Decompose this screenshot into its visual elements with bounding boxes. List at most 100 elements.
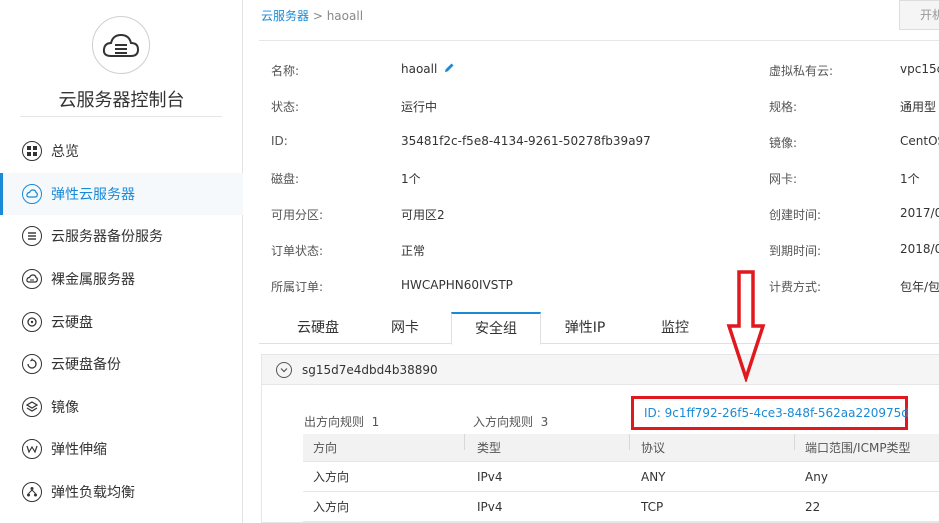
outbound-rules-count: 1	[371, 415, 380, 429]
red-down-arrow-icon	[726, 270, 766, 382]
breadcrumb-current: haoall	[326, 9, 364, 23]
table-cell: IPv4	[477, 470, 503, 484]
sidebar-item-label: 云硬盘备份	[51, 357, 121, 374]
info-row-status: 状态: 运行中 规格: 通用型	[243, 98, 939, 118]
console-title: 云服务器控制台	[58, 90, 185, 111]
column-header: 端口范围/ICMP类型	[805, 441, 911, 455]
field-label: 创建时间:	[769, 208, 822, 222]
vpc-link[interactable]: vpc15c	[900, 62, 939, 76]
flavor-value: 通用型	[900, 100, 937, 114]
table-cell: ANY	[641, 470, 666, 484]
tab-security-group[interactable]: 安全组	[451, 312, 541, 345]
breadcrumb-separator: >	[309, 9, 327, 23]
field-label: 计费方式:	[769, 280, 822, 294]
sidebar-item-ecs[interactable]: 弹性云服务器	[0, 172, 243, 216]
cloud-console-logo-icon	[92, 16, 150, 74]
instance-name-value: haoall	[401, 62, 455, 77]
inbound-rules-label: 入方向规则	[473, 415, 534, 429]
breadcrumb-root-link[interactable]: 云服务器	[261, 9, 309, 23]
field-label: 所属订单:	[271, 280, 324, 294]
security-group-id-highlight: ID: 9c1ff792-26f5-4ce3-848f-562aa220975d	[631, 396, 909, 430]
sidebar-item-disk-backup[interactable]: 云硬盘备份	[0, 343, 243, 386]
sidebar-item-label: 总览	[51, 144, 79, 161]
inbound-rules-count: 3	[540, 415, 549, 429]
info-row-order-status: 订单状态: 正常 到期时间: 2018/0	[243, 242, 939, 262]
table-cell: 入方向	[313, 500, 350, 514]
sidebar-item-image[interactable]: 镜像	[0, 386, 243, 429]
outbound-rules-summary: 出方向规则 1	[304, 413, 379, 430]
table-row: 入方向 IPv4 TCP 22	[303, 492, 939, 522]
instance-name-text: haoall	[401, 62, 438, 76]
sidebar-nav: 总览 弹性云服务器 云服务器备份服务 裸金属服务器 云硬盘 云硬盘备份 镜像 弹…	[0, 130, 243, 513]
column-header: 方向	[313, 441, 338, 455]
outbound-rules-label: 出方向规则	[304, 415, 365, 429]
info-row-name: 名称: haoall 虚拟私有云: vpc15c	[243, 62, 939, 82]
field-label: 订单状态:	[271, 244, 324, 258]
info-row-disk: 磁盘: 1个 网卡: 1个	[243, 170, 939, 190]
detail-tabs: 云硬盘 网卡 安全组 弹性IP 监控	[259, 312, 939, 345]
field-label: 可用分区:	[271, 208, 324, 222]
info-row-az: 可用分区: 可用区2 创建时间: 2017/0	[243, 206, 939, 226]
info-row-order: 所属订单: HWCAPHN60IVSTP 计费方式: 包年/包	[243, 278, 939, 298]
header-divider	[259, 40, 939, 41]
load-balancer-icon	[22, 482, 42, 503]
field-label: 名称:	[271, 64, 300, 78]
field-label: ID:	[271, 134, 288, 148]
billing-mode-value: 包年/包	[900, 280, 939, 294]
pencil-edit-icon[interactable]	[443, 62, 455, 77]
sidebar-item-disk[interactable]: 云硬盘	[0, 300, 243, 343]
disk-count-value: 1个	[401, 172, 421, 186]
tab-monitor[interactable]: 监控	[634, 312, 716, 344]
disk-icon	[22, 311, 42, 332]
sidebar-item-label: 裸金属服务器	[51, 272, 135, 289]
field-label: 网卡:	[769, 172, 798, 186]
sidebar-item-bare-metal[interactable]: 裸金属服务器	[0, 258, 243, 301]
field-label: 镜像:	[769, 136, 798, 150]
field-label: 规格:	[769, 100, 798, 114]
created-time-value: 2017/0	[900, 206, 939, 220]
backup-icon	[22, 226, 42, 247]
disk-backup-icon	[22, 354, 42, 375]
sidebar-item-backup[interactable]: 云服务器备份服务	[0, 215, 243, 258]
order-link[interactable]: HWCAPHN60IVSTP	[401, 278, 513, 292]
field-label: 虚拟私有云:	[769, 64, 834, 78]
table-cell: IPv4	[477, 500, 503, 514]
table-header-row: 方向 类型 协议 端口范围/ICMP类型	[303, 434, 939, 462]
info-row-id: ID: 35481f2c-f5e8-4134-9261-50278fb39a97…	[243, 134, 939, 154]
security-group-name: sg15d7e4dbd4b38890	[302, 362, 438, 377]
sidebar-item-autoscale[interactable]: 弹性伸缩	[0, 428, 243, 471]
autoscale-icon	[22, 439, 42, 460]
main-content: 云服务器 > haoall 开机 名称: haoall 虚拟私有云: vpc15…	[243, 0, 939, 523]
instance-id-value: 35481f2c-f5e8-4134-9261-50278fb39a97	[401, 134, 651, 148]
image-icon	[22, 396, 42, 417]
sidebar-item-load-balancer[interactable]: 弹性负载均衡	[0, 471, 243, 514]
field-label: 状态:	[271, 100, 300, 114]
image-link[interactable]: CentOS	[900, 134, 939, 148]
power-on-button[interactable]: 开机	[899, 0, 939, 30]
tab-disk[interactable]: 云硬盘	[277, 312, 359, 344]
chevron-down-icon[interactable]	[276, 361, 292, 378]
sidebar-item-label: 弹性云服务器	[51, 186, 135, 203]
tab-nic[interactable]: 网卡	[364, 312, 446, 344]
table-cell: TCP	[641, 500, 664, 514]
tab-eip[interactable]: 弹性IP	[544, 312, 626, 344]
overview-icon	[22, 141, 42, 162]
column-separator	[464, 434, 465, 450]
column-header: 类型	[477, 441, 502, 455]
security-group-header[interactable]: sg15d7e4dbd4b38890	[262, 355, 939, 385]
nic-count-value: 1个	[900, 172, 920, 186]
sidebar: 云服务器控制台 总览 弹性云服务器 云服务器备份服务 裸金属服务器 云硬盘 云硬…	[0, 0, 243, 523]
field-label: 磁盘:	[271, 172, 300, 186]
expire-time-value: 2018/0	[900, 242, 939, 256]
table-cell: Any	[805, 470, 828, 484]
az-value: 可用区2	[401, 208, 445, 222]
breadcrumb: 云服务器 > haoall	[261, 7, 363, 24]
sidebar-divider	[20, 116, 222, 117]
sidebar-item-overview[interactable]: 总览	[0, 130, 243, 173]
column-separator	[794, 434, 795, 450]
sidebar-item-label: 云硬盘	[51, 314, 93, 331]
sidebar-item-label: 云服务器备份服务	[51, 229, 163, 246]
column-header: 协议	[641, 441, 666, 455]
sidebar-item-label: 弹性伸缩	[51, 442, 107, 459]
sidebar-item-label: 弹性负载均衡	[51, 485, 135, 502]
